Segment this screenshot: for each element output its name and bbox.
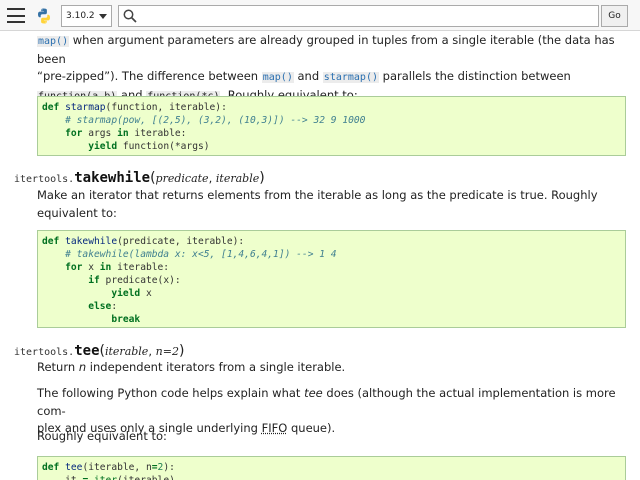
go-button[interactable]: Go (601, 5, 628, 27)
signature-arg: iterable (215, 172, 260, 185)
doc-content: map() when argument parameters are alrea… (0, 31, 640, 480)
takewhile-signature[interactable]: itertools.takewhile(predicate, iterable) (14, 169, 265, 189)
search-icon (123, 9, 137, 23)
code-line: def starmap(function, iterable): (42, 102, 227, 113)
code-line: yield function(*args) (88, 141, 210, 152)
code-line: it = iter(iterable) (42, 474, 625, 480)
starmap-link[interactable]: starmap() (322, 72, 379, 83)
menu-icon[interactable] (7, 8, 25, 23)
takewhile-name: takewhile (74, 170, 151, 186)
tee-roughly: Roughly equivalent to: (37, 429, 167, 443)
code-block-tee: def tee(iterable, n=2): it = iter(iterab… (37, 456, 626, 480)
chevron-down-icon (99, 14, 107, 19)
top-bar: 3.10.2 Go (0, 0, 640, 31)
tee-description: Return n independent iterators from a si… (37, 360, 346, 374)
python-logo-icon[interactable] (36, 8, 52, 24)
code-block-takewhile: def takewhile(predicate, iterable): # ta… (37, 230, 626, 328)
map-link[interactable]: map() (37, 36, 70, 47)
code-line: # takewhile(lambda x: x<5, [1,4,6,4,1]) … (65, 249, 337, 260)
search-input[interactable] (118, 5, 599, 27)
code-block-starmap: def starmap(function, iterable): # starm… (37, 96, 626, 156)
signature-arg: iterable (104, 345, 149, 358)
code-line: def tee(iterable, n=2): (42, 462, 175, 473)
code-line: def takewhile(predicate, iterable): (42, 236, 245, 247)
version-value: 3.10.2 (66, 11, 95, 21)
code-line: else: (88, 301, 118, 312)
code-line: if predicate(x): (88, 275, 181, 286)
signature-arg: predicate (155, 172, 209, 185)
code-line: for x in iterable: (65, 262, 170, 273)
code-line: yield x (111, 288, 152, 299)
starmap-description: map() when argument parameters are alrea… (37, 33, 615, 102)
code-line: for args in iterable: (65, 128, 187, 139)
takewhile-description: Make an iterator that returns elements f… (37, 188, 598, 220)
version-select[interactable]: 3.10.2 (61, 5, 112, 27)
code-line: break (111, 314, 141, 325)
signature-arg: n=2 (155, 345, 179, 358)
code-line: # starmap(pow, [(2,5), (3,2), (10,3)]) -… (65, 115, 366, 126)
tee-name: tee (74, 343, 100, 359)
map-link-2[interactable]: map() (261, 72, 294, 83)
